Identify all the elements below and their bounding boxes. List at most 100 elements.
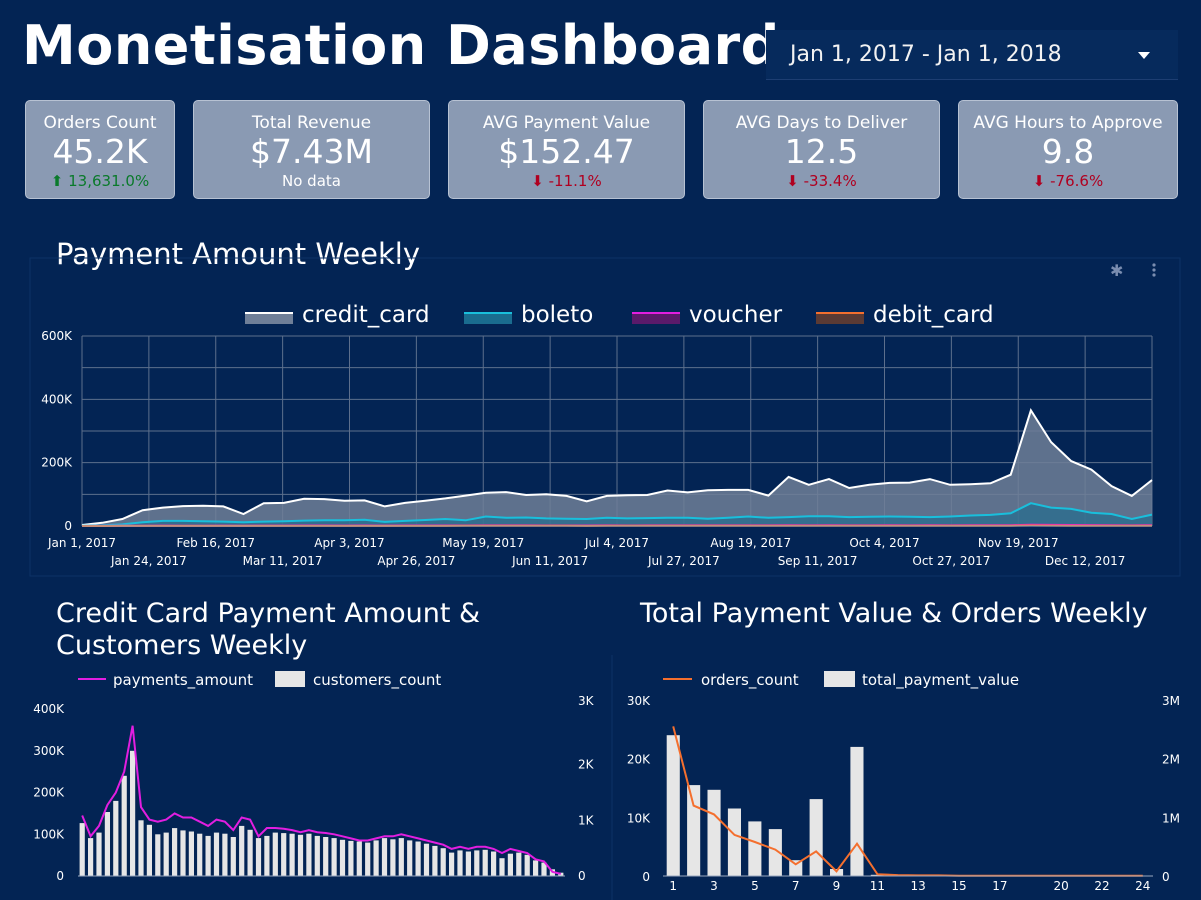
bar-customers-count — [440, 848, 446, 876]
x-tick-label: May 19, 2017 — [442, 536, 524, 550]
y-tick-label-left: 0 — [642, 870, 650, 884]
bar-customers-count — [155, 834, 161, 877]
x-tick-label: 13 — [911, 879, 926, 893]
bar-customers-count — [507, 853, 513, 876]
bar-customers-count — [188, 831, 194, 876]
bar-customers-count — [465, 851, 471, 876]
bar-customers-count — [491, 851, 497, 876]
y-tick-label: 0 — [64, 519, 72, 533]
x-tick-label: Jul 27, 2017 — [647, 554, 720, 568]
bar-total-payment-value — [707, 789, 721, 876]
bar-total-payment-value — [809, 799, 823, 876]
y-tick-label-left: 0 — [56, 869, 64, 883]
x-tick-label: Jan 1, 2017 — [47, 536, 116, 550]
x-tick-label: 9 — [833, 879, 841, 893]
bar-customers-count — [306, 833, 312, 876]
legend-label: orders_count — [701, 671, 799, 690]
bar-customers-count — [180, 830, 186, 876]
x-tick-label: 11 — [870, 879, 885, 893]
bar-customers-count — [247, 829, 253, 876]
y-tick-label-left: 10K — [627, 811, 651, 825]
series-line-payments-amount — [81, 725, 562, 875]
legend-label: boleto — [521, 302, 593, 328]
bar-customers-count — [323, 837, 329, 876]
y-tick-label-left: 30K — [627, 694, 651, 708]
bar-customers-count — [533, 860, 539, 876]
x-tick-label: Nov 19, 2017 — [978, 536, 1059, 550]
bar-customers-count — [432, 845, 438, 876]
bar-customers-count — [121, 775, 127, 876]
legend-label: voucher — [689, 302, 783, 328]
bar-customers-count — [289, 833, 295, 876]
bar-customers-count — [356, 841, 362, 876]
bar-customers-count — [482, 849, 488, 876]
bar-customers-count — [381, 838, 388, 876]
y-tick-label-right: 1K — [578, 813, 595, 827]
x-tick-label: Dec 12, 2017 — [1045, 554, 1125, 568]
y-tick-label-left: 200K — [33, 786, 65, 800]
bar-customers-count — [197, 833, 203, 876]
bar-customers-count — [474, 850, 480, 876]
x-tick-label: Oct 4, 2017 — [849, 536, 919, 550]
bar-customers-count — [213, 832, 220, 876]
bar-customers-count — [339, 839, 346, 876]
x-tick-label: Aug 19, 2017 — [710, 536, 791, 550]
bar-total-payment-value — [850, 746, 864, 876]
x-tick-label: 20 — [1053, 879, 1068, 893]
bar-total-payment-value — [687, 785, 701, 876]
bar-customers-count — [348, 840, 354, 876]
legend-label: payments_amount — [113, 671, 253, 690]
x-tick-label: 3 — [710, 879, 718, 893]
bar-customers-count — [524, 854, 530, 876]
bar-customers-count — [373, 840, 379, 876]
legend-label: total_payment_value — [862, 671, 1019, 690]
y-tick-label-right: 2M — [1162, 753, 1180, 767]
x-tick-label: Apr 3, 2017 — [314, 536, 384, 550]
bar-customers-count — [423, 843, 430, 876]
bar-customers-count — [239, 825, 245, 876]
x-tick-label: 7 — [792, 879, 800, 893]
bar-customers-count — [255, 838, 262, 876]
bar-customers-count — [272, 832, 278, 876]
x-tick-label: 22 — [1094, 879, 1109, 893]
bar-customers-count — [138, 820, 144, 876]
series-line-orders-count — [672, 726, 1143, 877]
bar-customers-count — [314, 835, 320, 876]
legend-label: customers_count — [313, 671, 441, 690]
bar-customers-count — [130, 750, 136, 877]
bar-customers-count — [113, 800, 119, 877]
bar-customers-count — [331, 838, 337, 876]
bar-customers-count — [222, 833, 228, 876]
bar-customers-count — [205, 835, 211, 876]
bar-customers-count — [264, 835, 270, 876]
x-tick-label: Oct 27, 2017 — [912, 554, 990, 568]
bar-total-payment-value — [748, 821, 762, 876]
bar-customers-count — [163, 832, 169, 876]
y-tick-label-right: 0 — [1162, 870, 1170, 884]
x-tick-label: 5 — [751, 879, 759, 893]
x-tick-label: 17 — [992, 879, 1007, 893]
y-tick-label-right: 0 — [578, 869, 586, 883]
y-tick-label-right: 1M — [1162, 811, 1180, 825]
legend-label: debit_card — [873, 302, 994, 328]
bar-customers-count — [407, 840, 413, 876]
x-tick-label: Jun 11, 2017 — [511, 554, 588, 568]
x-tick-label: Sep 11, 2017 — [778, 554, 858, 568]
charts-canvas: ✱ 0 200K 400K 600K Jan 1, 2017 Feb 16, 2017 Ap… — [29, 257, 1181, 900]
x-tick-label: Mar 11, 2017 — [243, 554, 323, 568]
bar-customers-count — [457, 850, 463, 876]
legend-swatch — [275, 671, 305, 687]
pin-icon[interactable]: ✱ — [1110, 261, 1123, 280]
bar-customers-count — [146, 824, 152, 876]
more-vert-icon[interactable] — [1152, 263, 1156, 277]
card-frame — [29, 257, 1181, 577]
y-tick-label: 400K — [41, 392, 73, 406]
x-tick-label: 24 — [1135, 879, 1150, 893]
bar-total-payment-value — [666, 735, 680, 876]
x-tick-label: Jan 24, 2017 — [110, 554, 187, 568]
bar-total-payment-value — [789, 860, 803, 876]
bar-customers-count — [281, 833, 287, 876]
y-tick-label-right: 3K — [578, 694, 595, 708]
bar-customers-count — [365, 842, 371, 876]
x-tick-label: Apr 26, 2017 — [377, 554, 455, 568]
